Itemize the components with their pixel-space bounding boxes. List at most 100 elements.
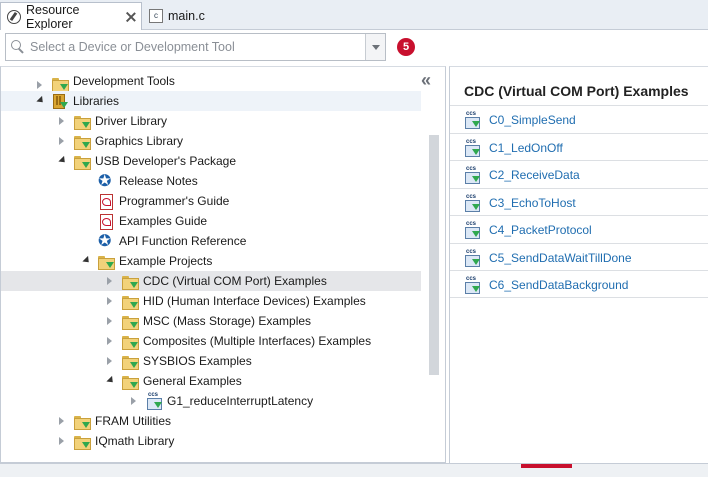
example-list-item[interactable]: C5_SendDataWaitTillDone: [450, 242, 708, 271]
example-link[interactable]: C2_ReceiveData: [489, 168, 580, 182]
resource-tree: Development Tools Libraries Driver Library…: [1, 74, 421, 451]
tree-item[interactable]: General Examples: [1, 371, 421, 391]
example-list-item[interactable]: C1_LedOnOff: [450, 132, 708, 161]
tree-item[interactable]: Composites (Multiple Interfaces) Example…: [1, 331, 421, 351]
collapse-panel-icon[interactable]: «: [421, 71, 431, 89]
tree-item-label: IQmath Library: [95, 434, 175, 448]
tree-item[interactable]: Examples Guide: [1, 211, 421, 231]
collapsed-twisty-icon[interactable]: [59, 117, 64, 125]
tree-item[interactable]: SYSBIOS Examples: [1, 351, 421, 371]
star-icon: [97, 171, 115, 191]
example-link[interactable]: C4_PacketProtocol: [489, 223, 592, 237]
tree-item-label: Programmer's Guide: [119, 194, 230, 208]
folder-icon: [73, 113, 91, 130]
folder-icon: [121, 333, 139, 350]
example-link[interactable]: C0_SimpleSend: [489, 113, 576, 127]
folder-icon: [121, 293, 139, 310]
tree-item[interactable]: Driver Library: [1, 111, 421, 131]
tree-item[interactable]: USB Developer's Package: [1, 151, 421, 171]
tree-item-label: General Examples: [143, 374, 242, 388]
download-arrow-icon: [82, 122, 90, 128]
example-link[interactable]: C1_LedOnOff: [489, 141, 563, 155]
example-list-item[interactable]: C6_SendDataBackground: [450, 270, 708, 298]
collapsed-twisty-icon[interactable]: [107, 297, 112, 305]
tab-main-c[interactable]: c main.c: [143, 2, 213, 30]
folder-icon: [97, 253, 115, 270]
collapsed-twisty-icon[interactable]: [59, 437, 64, 445]
download-arrow-icon: [472, 286, 480, 292]
download-arrow-icon: [472, 121, 480, 127]
pdf-icon: [97, 213, 115, 230]
device-search-input[interactable]: [26, 40, 366, 54]
collapsed-twisty-icon[interactable]: [59, 137, 64, 145]
expanded-twisty-icon[interactable]: [106, 375, 116, 386]
tree-item-label: Libraries: [73, 94, 120, 108]
tree-item[interactable]: MSC (Mass Storage) Examples: [1, 311, 421, 331]
pdf-icon: [97, 193, 115, 210]
download-arrow-icon: [154, 402, 162, 408]
tab-label: main.c: [168, 9, 205, 23]
tree-item[interactable]: IQmath Library: [1, 431, 421, 451]
collapsed-twisty-icon[interactable]: [131, 397, 136, 405]
resource-tree-panel: « Development Tools Libraries Driver Libra…: [0, 66, 446, 463]
collapsed-twisty-icon[interactable]: [37, 81, 42, 89]
tree-item[interactable]: Programmer's Guide: [1, 191, 421, 211]
collapsed-twisty-icon[interactable]: [107, 357, 112, 365]
download-arrow-icon: [472, 203, 480, 210]
tree-item[interactable]: Development Tools: [1, 74, 421, 92]
tree-scrollbar[interactable]: [429, 135, 439, 375]
tree-item[interactable]: G1_reduceInterruptLatency: [1, 391, 421, 411]
download-arrow-icon: [82, 162, 90, 168]
folder-icon: [73, 153, 91, 170]
tree-item-label: G1_reduceInterruptLatency: [167, 394, 314, 408]
tree-item-label: MSC (Mass Storage) Examples: [143, 314, 312, 328]
library-icon: [51, 93, 69, 109]
tree-item[interactable]: CDC (Virtual COM Port) Examples: [1, 271, 421, 291]
folder-icon: [73, 133, 91, 150]
tree-item-label: USB Developer's Package: [95, 154, 237, 168]
tab-resource-explorer[interactable]: Resource Explorer: [0, 2, 142, 31]
ccs-project-icon: [463, 166, 483, 184]
tree-item[interactable]: Libraries: [1, 91, 421, 111]
dropdown-button[interactable]: [365, 34, 385, 60]
example-link[interactable]: C5_SendDataWaitTillDone: [489, 251, 632, 265]
progress-indicator: [521, 464, 572, 468]
collapsed-twisty-icon[interactable]: [107, 277, 112, 285]
search-icon: [10, 39, 26, 55]
download-arrow-icon: [82, 422, 90, 428]
example-list-item[interactable]: C4_PacketProtocol: [450, 215, 708, 243]
folder-icon: [73, 413, 91, 430]
ccs-project-icon: [463, 111, 483, 129]
tree-item[interactable]: FRAM Utilities: [1, 411, 421, 431]
close-icon[interactable]: [126, 12, 135, 22]
tree-item-label: API Function Reference: [119, 234, 247, 248]
example-list-item[interactable]: C3_EchoToHost: [450, 187, 708, 216]
notification-badge[interactable]: 5: [397, 38, 415, 56]
example-list-item[interactable]: C2_ReceiveData: [450, 160, 708, 188]
tree-item-label: CDC (Virtual COM Port) Examples: [143, 274, 327, 288]
download-arrow-icon: [472, 258, 480, 265]
expanded-twisty-icon[interactable]: [82, 255, 92, 266]
collapsed-twisty-icon[interactable]: [107, 337, 112, 345]
example-list-item[interactable]: C0_SimpleSend: [450, 105, 708, 133]
c-file-icon: c: [149, 9, 163, 23]
tree-item[interactable]: API Function Reference: [1, 231, 421, 251]
device-search-box[interactable]: [5, 33, 386, 61]
tree-item[interactable]: HID (Human Interface Devices) Examples: [1, 291, 421, 311]
collapsed-twisty-icon[interactable]: [59, 417, 64, 425]
expanded-twisty-icon[interactable]: [58, 155, 68, 166]
folder-icon: [121, 373, 139, 390]
tree-item[interactable]: Release Notes: [1, 171, 421, 191]
collapsed-twisty-icon[interactable]: [107, 317, 112, 325]
download-arrow-icon: [60, 84, 68, 90]
chevron-down-icon: [371, 44, 380, 50]
expanded-twisty-icon[interactable]: [36, 95, 46, 106]
example-link[interactable]: C3_EchoToHost: [489, 196, 576, 210]
tree-item[interactable]: Example Projects: [1, 251, 421, 271]
tree-item-label: HID (Human Interface Devices) Examples: [143, 294, 366, 308]
example-link[interactable]: C6_SendDataBackground: [489, 278, 628, 292]
download-arrow-icon: [472, 231, 480, 237]
star-icon: [97, 231, 115, 251]
tree-item[interactable]: Graphics Library: [1, 131, 421, 151]
ccs-project-icon: [463, 139, 483, 157]
